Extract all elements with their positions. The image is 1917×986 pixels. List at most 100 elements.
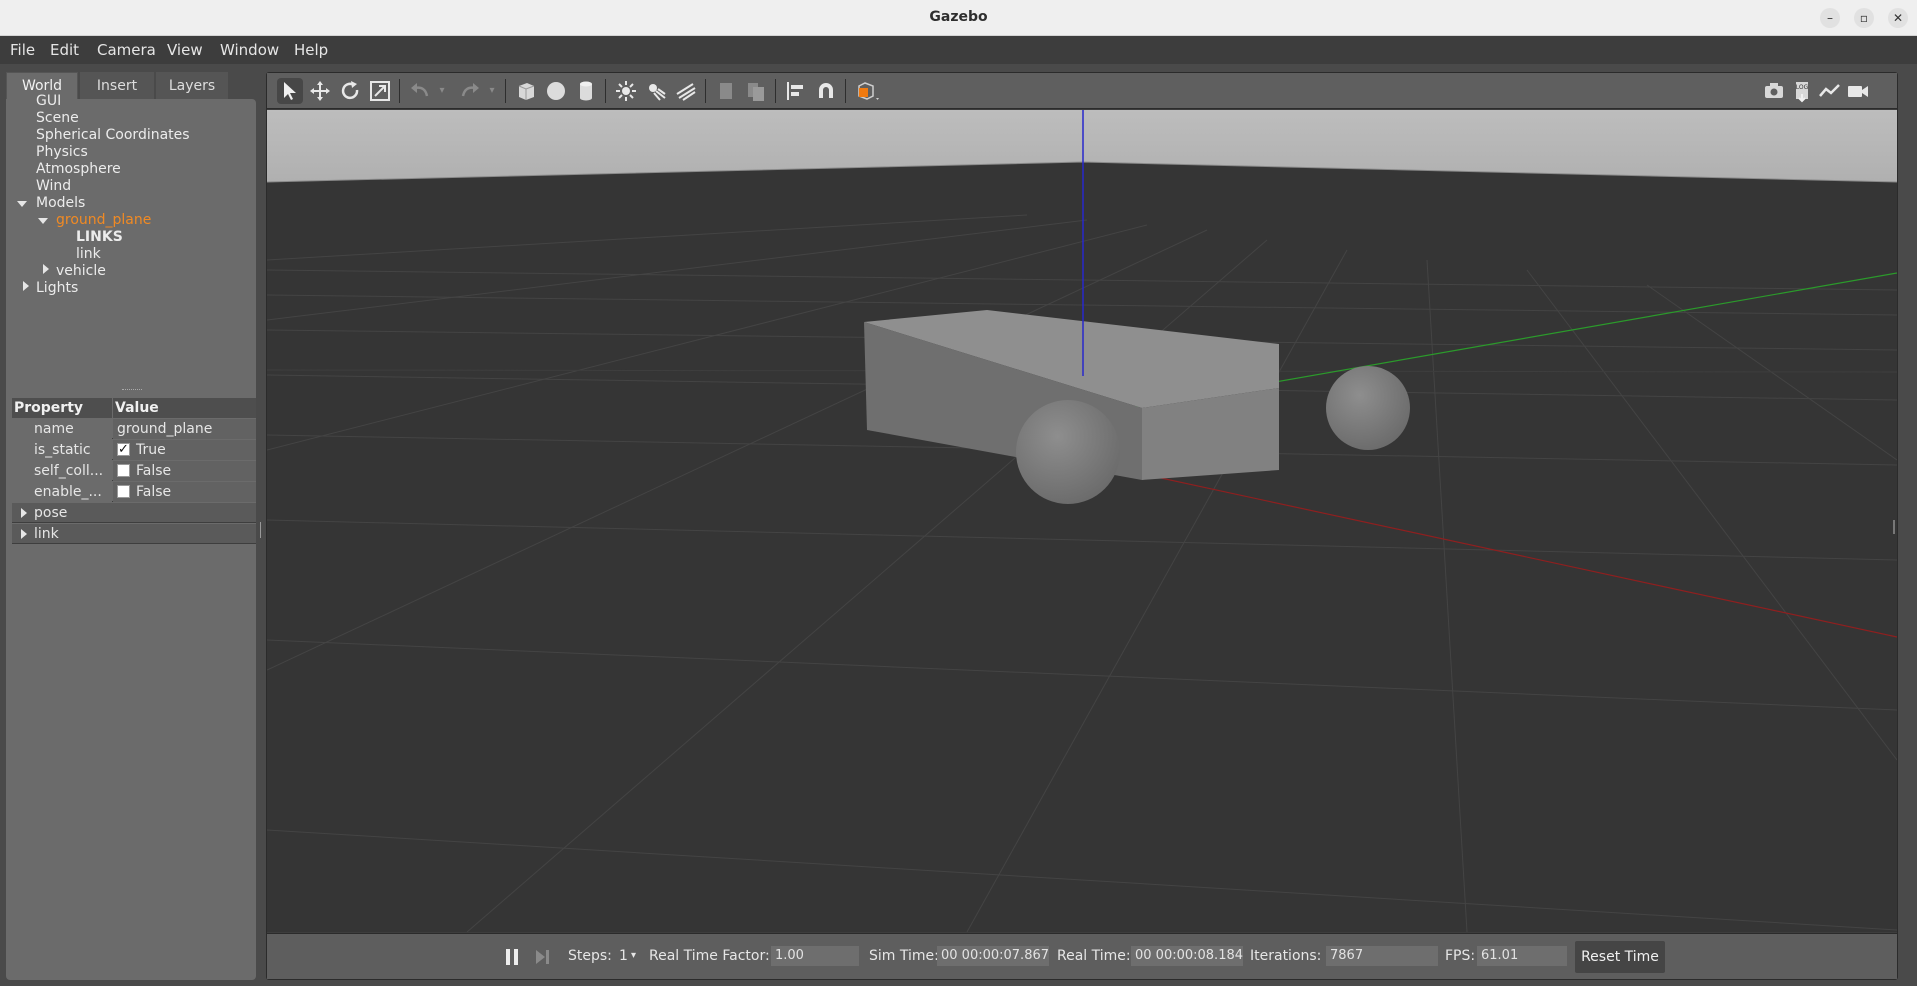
scale-mode-icon[interactable] [367,78,393,104]
align-icon[interactable] [783,78,809,104]
log-icon[interactable]: LOG [1789,78,1815,104]
change-view-icon[interactable] [853,78,879,104]
paste-icon[interactable] [743,78,769,104]
record-video-icon[interactable] [1845,78,1871,104]
toolbar-separator [399,79,400,103]
scene-render [267,110,1897,932]
enable-wind-checkbox[interactable] [117,485,130,498]
toolbar-separator [845,79,846,103]
right-splitter-handle[interactable] [1893,520,1895,534]
property-row-enable-wind[interactable]: enable_... False [12,482,256,502]
sim-time-label: Sim Time: [869,948,939,964]
fps-value: 61.01 [1477,946,1567,966]
menu-camera[interactable]: Camera [97,41,156,59]
property-name: is_static [12,440,112,460]
left-splitter-handle[interactable] [260,522,261,538]
ground-plane [267,110,1897,932]
real-time-value: 00 00:00:08.184 [1131,946,1243,966]
toolbar-separator [605,79,606,103]
steps-dropdown-icon[interactable]: ▾ [631,950,636,961]
redo-icon[interactable] [457,78,483,104]
menu-help[interactable]: Help [294,41,328,59]
property-name: name [12,419,112,439]
property-row-self-collide[interactable]: self_coll... False [12,461,256,481]
tab-layers[interactable]: Layers [156,72,228,99]
property-group-link[interactable]: link [12,524,256,544]
tree-item-links-header: LINKS [76,229,123,245]
tree-item-gui[interactable]: GUI [36,93,61,109]
tree-item-lights[interactable]: Lights [36,280,78,296]
property-group-pose[interactable]: pose [12,503,256,523]
expand-ground-plane-icon[interactable] [38,218,48,224]
redo-history-dropdown-icon[interactable]: ▾ [485,78,499,104]
expand-models-icon[interactable] [17,201,27,207]
steps-value[interactable]: 1 [619,948,628,964]
rotate-mode-icon[interactable] [337,78,363,104]
tree-item-link[interactable]: link [76,246,101,262]
menu-edit[interactable]: Edit [50,41,79,59]
cylinder-shape-icon[interactable] [573,78,599,104]
tree-item-wind[interactable]: Wind [36,178,71,194]
expand-lights-icon[interactable] [23,281,29,291]
tab-insert[interactable]: Insert [80,72,154,99]
step-icon[interactable] [529,944,555,970]
property-group-label: pose [34,505,68,521]
tree-item-physics[interactable]: Physics [36,144,88,160]
tree-item-spherical-coordinates[interactable]: Spherical Coordinates [36,127,190,143]
expand-vehicle-icon[interactable] [43,264,49,274]
tree-item-models[interactable]: Models [36,195,85,211]
property-header: Property [12,398,112,418]
sim-time-value: 00 00:00:07.867 [937,946,1049,966]
screenshot-camera-icon[interactable] [1761,78,1787,104]
tree-item-vehicle[interactable]: vehicle [56,263,106,279]
toolbar: ▾ ▾ LOG [267,73,1897,109]
main-frame: ▾ ▾ LOG Steps: 1 ▾ Real Time Factor: 1.0… [266,72,1898,980]
self-collide-checkbox[interactable] [117,464,130,477]
toolbar-separator [775,79,776,103]
menu-file[interactable]: File [10,41,35,59]
value-header: Value [113,398,256,418]
menu-view[interactable]: View [167,41,203,59]
select-mode-icon[interactable] [277,78,303,104]
pause-icon[interactable] [499,944,525,970]
directional-light-icon[interactable] [673,78,699,104]
expand-link-icon[interactable] [21,529,27,539]
menu-bar: File Edit Camera View Window Help [0,36,1917,64]
property-value[interactable]: ground_plane [113,419,256,439]
steps-label: Steps: [568,948,612,964]
point-light-icon[interactable] [613,78,639,104]
property-group-label: link [34,526,59,542]
3d-viewport[interactable] [267,110,1897,932]
translate-mode-icon[interactable] [307,78,333,104]
maximize-icon[interactable]: ▫ [1854,8,1874,28]
tree-splitter[interactable] [122,389,142,391]
tree-item-ground-plane[interactable]: ground_plane [56,212,151,228]
front-wheel-left [1016,400,1120,504]
close-icon[interactable]: ✕ [1888,8,1908,28]
snap-magnet-icon[interactable] [813,78,839,104]
reset-time-button[interactable]: Reset Time [1575,941,1665,973]
is-static-checkbox[interactable] [117,440,130,460]
property-value: False [136,484,172,500]
fps-label: FPS: [1445,948,1476,964]
tree-item-atmosphere[interactable]: Atmosphere [36,161,121,177]
expand-pose-icon[interactable] [21,508,27,518]
minimize-icon[interactable]: – [1820,8,1840,28]
tree-item-scene[interactable]: Scene [36,110,79,126]
property-value-cell: False [113,461,256,481]
undo-icon[interactable] [407,78,433,104]
copy-icon[interactable] [713,78,739,104]
menu-window[interactable]: Window [220,41,279,59]
sphere-shape-icon[interactable] [543,78,569,104]
box-shape-icon[interactable] [513,78,539,104]
plot-icon[interactable] [1817,78,1843,104]
property-value-cell: False [113,482,256,502]
property-row-is-static[interactable]: is_static True [12,440,256,460]
window-title: Gazebo [929,9,988,25]
iterations-value: 7867 [1326,946,1438,966]
property-row-name[interactable]: name ground_plane [12,419,256,439]
rear-wheel-right [1326,366,1410,450]
spot-light-icon[interactable] [643,78,669,104]
undo-history-dropdown-icon[interactable]: ▾ [435,78,449,104]
property-value-cell: True [113,440,256,460]
